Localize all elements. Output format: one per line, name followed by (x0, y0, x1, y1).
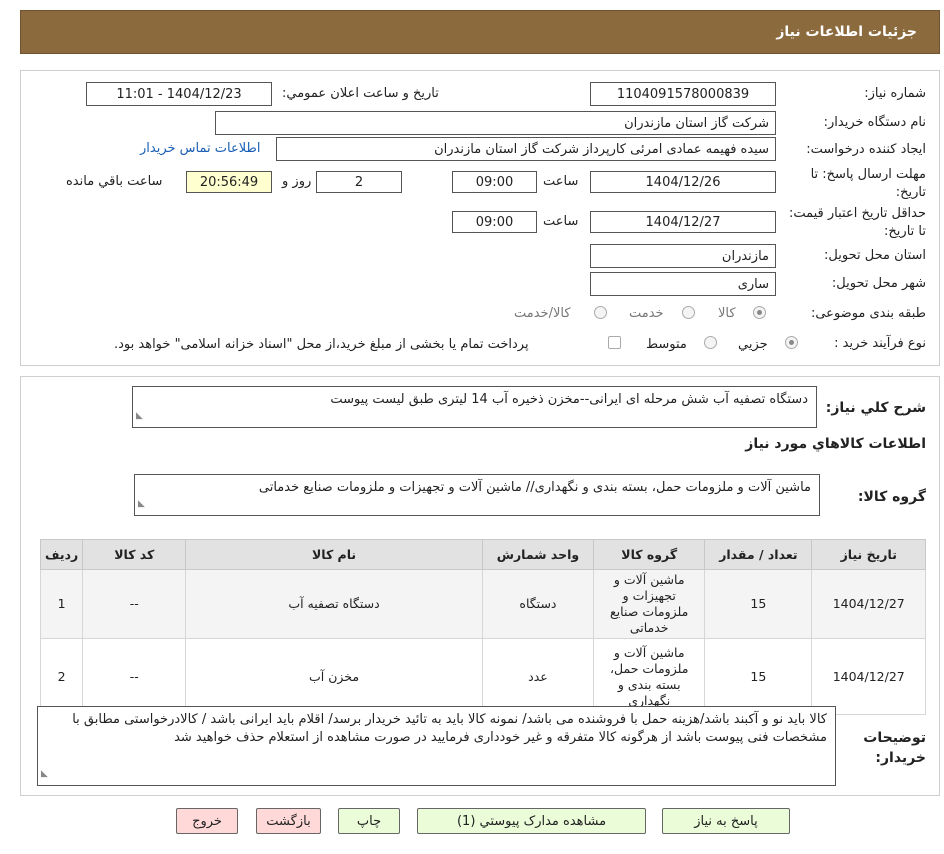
process-medium-radio[interactable] (704, 336, 717, 349)
description-label: شرح کلي نیاز: (825, 400, 926, 416)
goods-group-textarea[interactable]: ماشین آلات و ملزومات حمل، بسته بندی و نگ… (134, 474, 820, 516)
city-label: شهر محل تحویل: (831, 276, 926, 291)
process-medium-label: متوسط (646, 337, 687, 352)
buyer-notes-label: توضیحات خریدار: (863, 730, 926, 766)
validity-time-field: 09:00 (452, 211, 537, 233)
description-textarea[interactable]: دستگاه تصفیه آب شش مرحله ای ایرانی--مخزن… (132, 386, 817, 428)
page-header: جزئیات اطلاعات نیاز (20, 10, 940, 54)
cell-goods-name: دستگاه تصفیه آب (185, 569, 483, 639)
cell-goods-code: -- (82, 638, 187, 715)
payment-note: پرداخت تمام یا بخشی از مبلغ خرید،از محل … (114, 337, 529, 352)
province-field: مازندران (590, 244, 776, 268)
category-both-radio[interactable] (594, 306, 607, 319)
category-service-radio[interactable] (682, 306, 695, 319)
back-button[interactable]: بازگشت (256, 808, 321, 834)
print-button[interactable]: چاپ (338, 808, 400, 834)
cell-goods-code: -- (82, 569, 187, 639)
table-row: 1404/12/27 15 ماشین آلات و ملزومات حمل، … (39, 638, 926, 715)
cell-quantity: 15 (704, 638, 813, 715)
col-goods-code: کد کالا (82, 539, 187, 570)
category-goods-radio[interactable] (753, 306, 766, 319)
validity-label: حداقل تاریخ اعتبار قیمت: تا تاریخ: (788, 206, 926, 239)
creator-field: سیده فهیمه عمادی امرئی کارپرداز شرکت گاز… (276, 137, 776, 161)
process-minor-label: جزیي (738, 337, 768, 352)
creator-label: ایجاد کننده درخواست: (806, 142, 926, 157)
buyer-notes-textarea[interactable]: کالا باید نو و آکبند باشد/هزینه حمل با ف… (37, 706, 836, 786)
announce-field: 1404/12/23 - 11:01 (86, 82, 272, 106)
resize-grip-icon[interactable]: ◢ (136, 407, 143, 425)
need-number-label: شماره نیاز: (864, 86, 926, 101)
category-service-label: خدمت (629, 306, 664, 321)
resize-grip-icon[interactable]: ◢ (138, 495, 145, 513)
goods-group-text: ماشین آلات و ملزومات حمل، بسته بندی و نگ… (258, 480, 811, 495)
need-number-field: 1104091578000839 (590, 82, 776, 106)
buyer-contact-link[interactable]: اطلاعات تماس خریدار (140, 141, 260, 156)
col-goods-group: گروه کالا (593, 539, 706, 570)
cell-need-date: 1404/12/27 (811, 569, 926, 639)
buyer-org-label: نام دستگاه خریدار: (823, 115, 926, 130)
page-title: جزئیات اطلاعات نیاز (776, 24, 917, 40)
deadline-date-field: 1404/12/26 (590, 171, 776, 193)
process-label: نوع فرآیند خرید : (834, 336, 926, 351)
goods-group-label: گروه کالا: (857, 489, 926, 505)
validity-date-field: 1404/12/27 (590, 211, 776, 233)
announce-label: تاریخ و ساعت اعلان عمومي: (282, 86, 439, 101)
days-remaining-field: 2 (316, 171, 402, 193)
category-label: طبقه بندی موضوعی: (810, 306, 926, 321)
city-field: ساری (590, 272, 776, 296)
col-quantity: تعداد / مقدار (704, 539, 813, 570)
cell-unit: دستگاه (481, 569, 595, 639)
days-label: روز و (282, 174, 312, 189)
deadline-time-field: 09:00 (452, 171, 537, 193)
cell-row: 2 (39, 638, 84, 715)
remaining-time-field: 20:56:49 (186, 171, 272, 193)
deadline-time-label: ساعت (543, 174, 579, 189)
deadline-label: مهلت ارسال پاسخ: تا تاریخ: (810, 167, 926, 200)
col-unit: واحد شمارش (481, 539, 595, 570)
description-text: دستگاه تصفیه آب شش مرحله ای ایرانی--مخزن… (330, 392, 808, 407)
cell-need-date: 1404/12/27 (811, 638, 926, 715)
cell-quantity: 15 (704, 569, 813, 639)
resize-grip-icon[interactable]: ◢ (41, 765, 48, 783)
cell-goods-group: ماشین آلات و تجهیزات و ملزومات صنایع خدم… (593, 569, 706, 639)
goods-section-title: اطلاعات کالاهاي مورد نیاز (745, 436, 926, 452)
table-header-row: تاریخ نیاز تعداد / مقدار گروه کالا واحد … (39, 539, 926, 570)
buyer-notes-text: کالا باید نو و آکبند باشد/هزینه حمل با ف… (72, 712, 827, 745)
process-minor-radio[interactable] (785, 336, 798, 349)
exit-button[interactable]: خروج (176, 808, 238, 834)
cell-row: 1 (39, 569, 84, 639)
category-both-label: کالا/خدمت (514, 306, 571, 321)
items-table: تاریخ نیاز تعداد / مقدار گروه کالا واحد … (39, 539, 926, 715)
validity-time-label: ساعت (543, 214, 579, 229)
cell-goods-group: ماشین آلات و ملزومات حمل، بسته بندی و نگ… (593, 638, 706, 715)
province-label: استان محل تحویل: (824, 248, 926, 263)
cell-unit: عدد (481, 638, 595, 715)
view-attachments-button[interactable]: مشاهده مدارک پیوستي (1) (417, 808, 646, 834)
remaining-label: ساعت باقي مانده (66, 174, 163, 189)
cell-goods-name: مخزن آب (185, 638, 483, 715)
reply-button[interactable]: پاسخ به نیاز (662, 808, 790, 834)
buyer-org-field: شرکت گاز استان مازندران (215, 111, 776, 135)
col-need-date: تاریخ نیاز (811, 539, 926, 570)
table-row: 1404/12/27 15 ماشین آلات و تجهیزات و ملز… (39, 569, 926, 639)
col-goods-name: نام کالا (185, 539, 483, 570)
treasury-payment-checkbox[interactable] (608, 336, 621, 349)
category-goods-label: کالا (718, 306, 736, 321)
col-row: ردیف (39, 539, 84, 570)
